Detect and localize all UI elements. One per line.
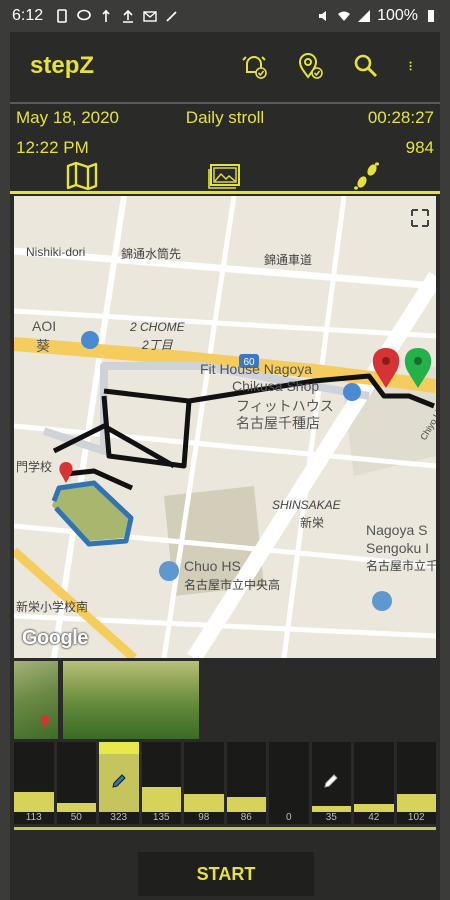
step-bar[interactable]: 135 [141, 742, 181, 824]
app-bar: stepZ [10, 32, 440, 100]
bar-baseline [14, 827, 436, 830]
step-bar-value: 42 [354, 812, 394, 824]
step-bar[interactable]: 98 [184, 742, 224, 824]
mute-icon [319, 11, 327, 21]
map-label: Fit House Nagoya [200, 361, 313, 377]
chat-icon [77, 9, 91, 21]
step-bar-value: 50 [56, 812, 96, 824]
map-label: 新栄小学校南 [16, 600, 89, 614]
step-bar-fill [184, 794, 224, 812]
photo-thumbnail[interactable] [14, 661, 58, 739]
pencil-icon [112, 774, 126, 788]
walk-duration: 00:28:27 [367, 108, 434, 127]
route-map[interactable]: 60 Nishiki-dori 錦通水筒先 錦通車道 AOI 葵 2 CHOME… [14, 196, 436, 658]
step-bar[interactable]: 86 [226, 742, 266, 824]
tab-map[interactable] [10, 160, 153, 191]
map-label: 2 CHOME [130, 320, 185, 334]
step-bar-value: 86 [226, 812, 266, 824]
app-title: stepZ [30, 52, 95, 79]
step-bar-chart: 113 50 323 135 98 86 0 35 42 102 [14, 742, 436, 824]
map-label: 名古屋千種店 [236, 415, 320, 431]
step-bar[interactable]: 50 [56, 742, 96, 824]
photo-gallery-icon [208, 163, 240, 189]
photo-strip [14, 661, 199, 739]
school-icon [372, 591, 392, 611]
map-label: SHINSAKAE [272, 498, 341, 512]
map-label: 名古屋市立千 [366, 559, 436, 573]
step-bar[interactable]: 35 [311, 742, 351, 824]
step-bar-fill [14, 792, 54, 812]
map-label: Nagoya S [366, 522, 428, 538]
step-bar-fill [141, 787, 181, 812]
step-bar[interactable]: 0 [269, 742, 309, 824]
step-bar-value: 102 [396, 812, 436, 824]
map-label: 名古屋市立中央高 [184, 578, 281, 592]
map-label: 新栄 [300, 516, 325, 530]
photo-thumbnail[interactable] [63, 661, 199, 739]
shop-icon [343, 383, 361, 401]
step-bar-value: 35 [311, 812, 351, 824]
step-bar[interactable]: 102 [396, 742, 436, 824]
map-label: 門学校 [16, 460, 53, 474]
step-bar-value: 135 [141, 812, 181, 824]
photo-location-pin-icon [41, 715, 49, 729]
poi-icon [81, 331, 99, 349]
location-check-icon[interactable] [296, 52, 324, 80]
tab-photos[interactable] [153, 160, 296, 191]
pencil-icon [324, 774, 338, 788]
view-tabs [10, 160, 440, 194]
google-logo: Google [22, 627, 88, 649]
step-bar[interactable]: 42 [354, 742, 394, 824]
step-bar-fill [226, 797, 266, 812]
map-label: Sengoku I [366, 540, 430, 556]
mail-icon [143, 11, 157, 22]
map-icon [66, 161, 97, 190]
map-label: 錦通車道 [264, 253, 313, 267]
map-label: Nishiki-dori [26, 245, 86, 259]
step-bar[interactable]: 113 [14, 742, 54, 824]
step-bar-fill [396, 794, 436, 812]
system-status-bar: 6:12 100% [0, 0, 450, 32]
school-icon [159, 561, 179, 581]
walk-info-row: May 18, 2020 Daily stroll 00:28:27 [10, 102, 440, 130]
alarm-check-icon[interactable] [240, 52, 268, 80]
upload-icon [123, 9, 134, 23]
map-label: Chikusa Shop [232, 378, 320, 394]
battery-percent: 100% [377, 7, 418, 24]
map-label: AOI [32, 318, 57, 334]
step-bar-value: 323 [99, 812, 139, 824]
step-bar-fill [354, 804, 394, 812]
more-options-icon[interactable] [408, 52, 420, 80]
app-frame: stepZ May 18, 2020 Daily stroll 00:28:27… [10, 32, 440, 900]
signal-icon [358, 10, 371, 22]
walk-date: May 18, 2020 [16, 108, 120, 127]
walk-start-time: 12:22 PM [16, 138, 89, 157]
search-icon[interactable] [352, 52, 380, 80]
end-pin-dot [382, 357, 390, 365]
step-bar-value: 98 [184, 812, 224, 824]
status-time: 6:12 [12, 7, 44, 24]
start-pin-dot [414, 357, 422, 365]
wifi-icon [338, 11, 351, 21]
map-label: 葵 [36, 338, 50, 354]
map-label: 2丁目 [142, 338, 173, 352]
step-bar-fill [56, 803, 96, 812]
notification-icon [57, 9, 67, 23]
step-bar-value: 0 [269, 812, 309, 824]
tab-steps[interactable] [297, 160, 440, 191]
usb-icon [102, 9, 110, 22]
battery-icon [428, 10, 434, 22]
step-bar-value: 113 [14, 812, 54, 824]
walk-steps: 984 [405, 138, 434, 157]
walk-info-row-2: 12:22 PM 984 [10, 134, 440, 162]
map-label: Chuo HS [184, 558, 241, 574]
map-label: 錦通水筒先 [121, 247, 182, 261]
wand-icon [166, 11, 177, 22]
footsteps-icon [354, 161, 380, 190]
step-bar[interactable]: 323 [99, 742, 139, 824]
start-button[interactable]: START [138, 852, 314, 896]
